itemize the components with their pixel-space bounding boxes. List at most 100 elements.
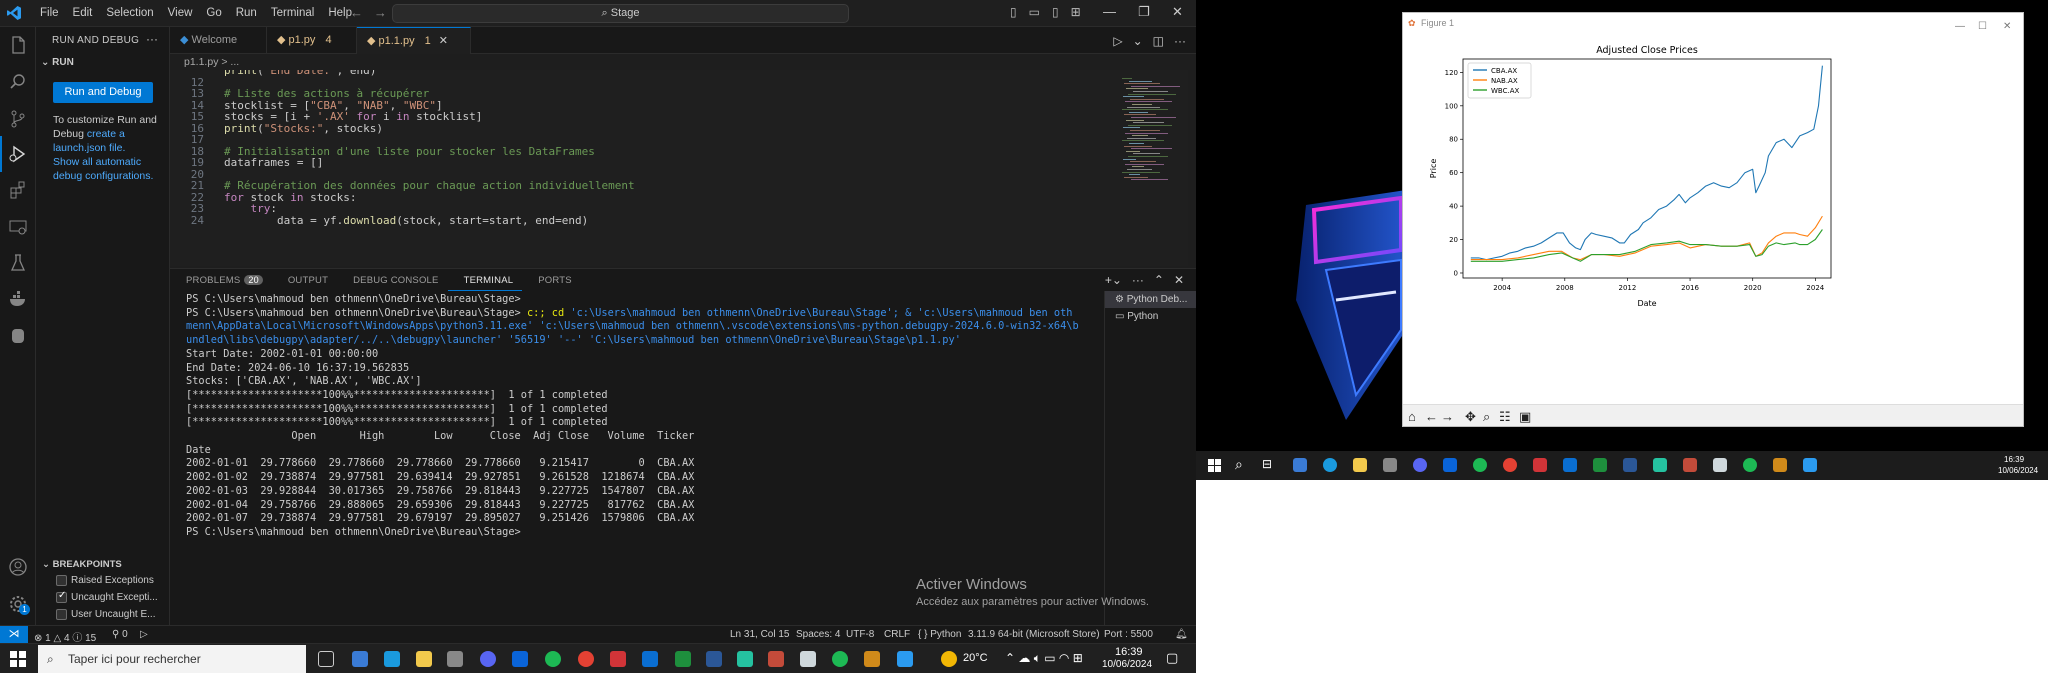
terminal-item-python-debug[interactable]: ⚙ Python Deb...	[1105, 291, 1196, 308]
tab-p1[interactable]: ◆ p1.py 4	[267, 27, 357, 54]
remote-explorer-icon[interactable]	[8, 217, 28, 237]
spotify-icon[interactable]	[1473, 458, 1487, 472]
run-and-debug-button[interactable]: Run and Debug	[53, 82, 153, 103]
home-icon[interactable]: ⌂	[1408, 409, 1416, 424]
app-icon[interactable]	[1293, 458, 1307, 472]
pan-icon[interactable]: ✥	[1465, 409, 1476, 425]
forward-arrow-icon[interactable]: →	[374, 5, 387, 20]
app-icon[interactable]	[610, 651, 626, 667]
back-arrow-icon[interactable]: ←	[350, 5, 363, 20]
clock-time[interactable]: 16:39	[2004, 455, 2024, 464]
windows-start-icon[interactable]	[1208, 459, 1221, 472]
spotify-icon[interactable]	[545, 651, 561, 667]
clock-date[interactable]: 10/06/2024	[1998, 466, 2038, 475]
terminal-output[interactable]: PS C:\Users\mahmoud ben othmenn\OneDrive…	[186, 293, 1104, 613]
back-arrow-icon[interactable]: ←	[1425, 409, 1438, 424]
zoom-icon[interactable]: ⌕	[1483, 409, 1490, 425]
end-of-line[interactable]: CRLF	[884, 629, 910, 640]
tab-welcome[interactable]: ◆ Welcome	[170, 27, 267, 54]
vscode-taskbar-icon[interactable]	[897, 651, 913, 667]
app-icon[interactable]	[1653, 458, 1667, 472]
run-debug-icon[interactable]	[8, 144, 28, 164]
language-mode[interactable]: { } Python	[918, 629, 961, 640]
store-icon[interactable]	[447, 651, 463, 667]
show-all-configs-link[interactable]: Show all automatic debug configurations.	[53, 156, 153, 182]
spotify-icon[interactable]	[832, 651, 848, 667]
breakpoint-uncaught-exceptions[interactable]: Uncaught Excepti...	[56, 590, 158, 603]
notification-center-icon[interactable]: ▢	[1166, 650, 1178, 666]
minimize-button[interactable]: —	[1103, 4, 1116, 19]
edge-browser-icon[interactable]	[384, 651, 400, 667]
forward-arrow-icon[interactable]: →	[1441, 409, 1454, 424]
teams-icon[interactable]	[1683, 458, 1697, 472]
tab-p1-1[interactable]: ◆ p1.1.py 1 ✕	[357, 27, 471, 54]
testing-icon[interactable]	[8, 253, 28, 273]
discord-icon[interactable]	[480, 651, 496, 667]
menu-item-run[interactable]: Run	[229, 7, 264, 19]
tab-ports[interactable]: PORTS	[522, 269, 581, 291]
app-icon[interactable]	[1623, 458, 1637, 472]
python-interpreter[interactable]: 3.11.9 64-bit (Microsoft Store)	[968, 629, 1100, 640]
tray-icons[interactable]: ⌃ ☁ 🔈︎ ▭ ◠ ⊞	[1005, 651, 1083, 666]
discord-icon[interactable]	[1413, 458, 1427, 472]
app-icon[interactable]	[642, 651, 658, 667]
task-view-icon[interactable]: ⊟	[1262, 457, 1272, 471]
cursor-position[interactable]: Ln 31, Col 15	[730, 629, 790, 640]
search-icon[interactable]	[8, 72, 28, 92]
toolbox-icon[interactable]	[8, 326, 28, 346]
menu-item-selection[interactable]: Selection	[99, 7, 160, 19]
task-view-icon[interactable]	[318, 651, 334, 667]
source-control-icon[interactable]	[8, 109, 28, 129]
breakpoint-checkbox[interactable]	[56, 590, 67, 603]
app-icon[interactable]	[737, 651, 753, 667]
breakpoint-checkbox[interactable]	[56, 609, 67, 620]
split-editor-icon[interactable]: ◫	[1153, 34, 1164, 48]
tab-terminal[interactable]: TERMINAL	[447, 269, 523, 291]
configure-subplots-icon[interactable]: ☷	[1499, 409, 1511, 425]
extensions-icon[interactable]	[8, 180, 28, 200]
remote-indicator-icon[interactable]: ⋊	[0, 626, 28, 644]
app-icon[interactable]	[706, 651, 722, 667]
taskbar-search-input[interactable]: ⌕ Taper ici pour rechercher	[38, 645, 306, 673]
docker-icon[interactable]	[8, 289, 28, 309]
menu-item-edit[interactable]: Edit	[66, 7, 100, 19]
vs-code-insiders-icon[interactable]	[352, 651, 368, 667]
close-panel-icon[interactable]: ✕	[1174, 273, 1184, 287]
more-actions-icon[interactable]: ···	[146, 32, 158, 46]
file-explorer-icon[interactable]	[1353, 458, 1367, 472]
clock-date[interactable]: 10/06/2024	[1102, 659, 1152, 670]
mail-icon[interactable]	[1443, 458, 1457, 472]
toggle-primary-sidebar-icon[interactable]: ▯	[1010, 5, 1017, 19]
terminal-item-python[interactable]: ▭ Python	[1105, 308, 1196, 325]
edge-browser-icon[interactable]	[1323, 458, 1337, 472]
menu-item-file[interactable]: File	[33, 7, 66, 19]
spotify-icon[interactable]	[1743, 458, 1757, 472]
clock-time[interactable]: 16:39	[1115, 646, 1143, 658]
toggle-panel-icon[interactable]: ▭	[1029, 5, 1040, 19]
more-actions-icon[interactable]: ···	[1174, 34, 1186, 48]
save-figure-icon[interactable]: ▣	[1519, 409, 1531, 425]
more-actions-icon[interactable]: ···	[1132, 273, 1144, 287]
store-icon[interactable]	[1383, 458, 1397, 472]
account-icon[interactable]	[8, 557, 28, 577]
close-tab-icon[interactable]: ✕	[439, 35, 448, 47]
app-icon[interactable]	[1773, 458, 1787, 472]
ports-status[interactable]: ⚲ 0	[112, 629, 128, 640]
command-center[interactable]: ⌕ Stage	[392, 4, 849, 23]
close-window-button[interactable]: ✕	[1172, 4, 1183, 20]
breakpoint-checkbox[interactable]	[56, 575, 67, 586]
notepad-icon[interactable]	[1713, 458, 1727, 472]
debug-launch-icon[interactable]: ▷	[140, 629, 148, 640]
excel-icon[interactable]	[675, 651, 691, 667]
run-section-header[interactable]: ⌄ RUN	[41, 57, 74, 68]
excel-icon[interactable]	[1593, 458, 1607, 472]
teams-icon[interactable]	[768, 651, 784, 667]
mail-icon[interactable]	[512, 651, 528, 667]
chevron-down-icon[interactable]: ⌄	[1133, 34, 1143, 48]
app-icon[interactable]	[864, 651, 880, 667]
problems-status[interactable]: ⊗ 1 △ 4 ⓘ 15	[34, 629, 96, 644]
tab-output[interactable]: OUTPUT	[272, 269, 337, 291]
tab-debug-console[interactable]: DEBUG CONSOLE	[337, 269, 447, 291]
live-server-port[interactable]: Port : 5500	[1104, 629, 1153, 640]
menu-item-terminal[interactable]: Terminal	[264, 7, 321, 19]
